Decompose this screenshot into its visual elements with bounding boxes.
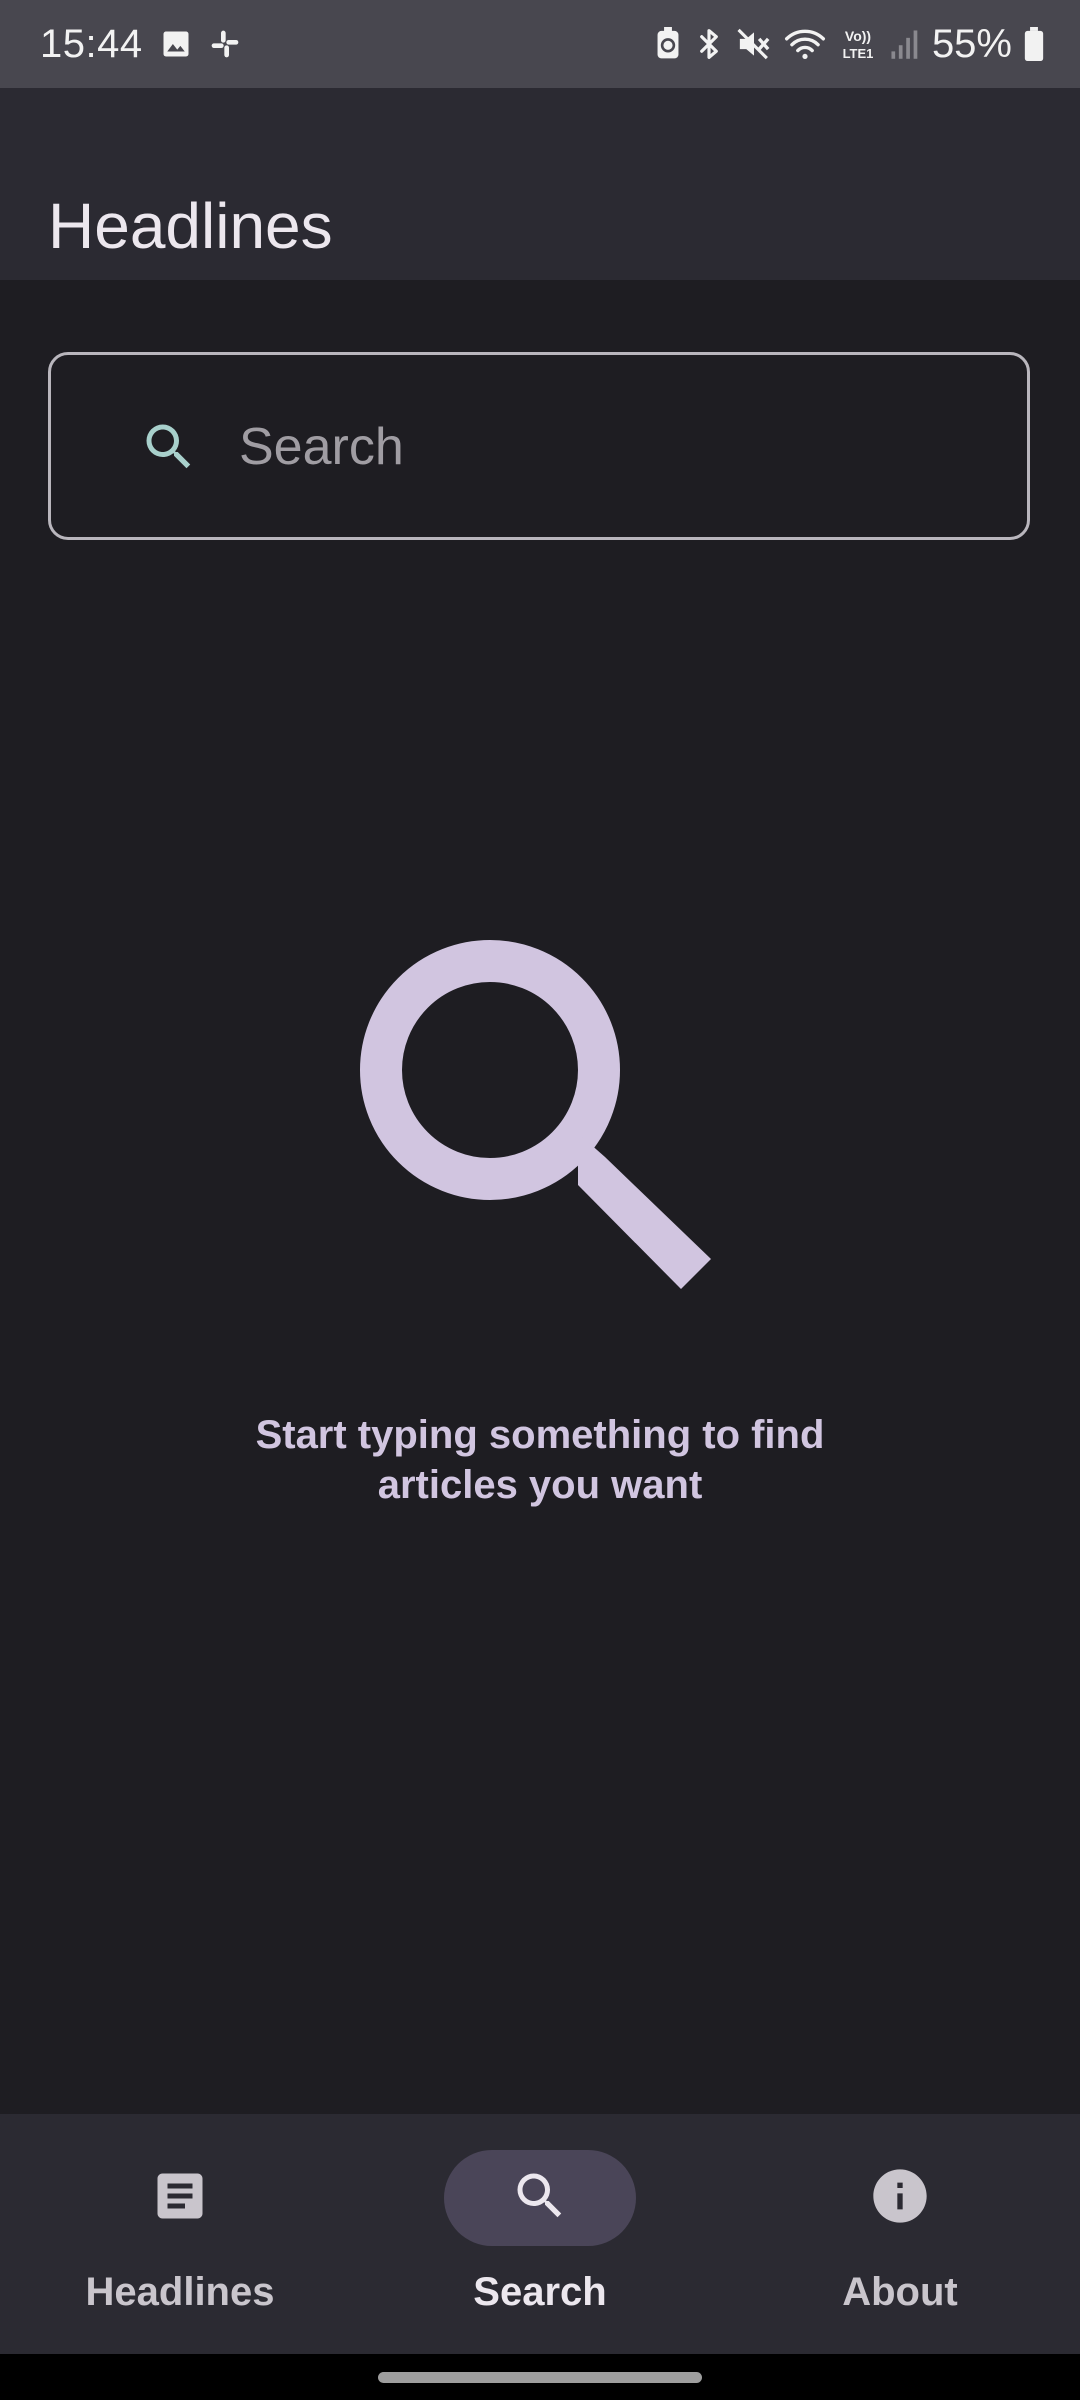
signal-icon: [890, 28, 920, 60]
info-icon: [868, 2164, 932, 2233]
nav-pill-about: [804, 2150, 996, 2246]
top-app-bar: Headlines: [0, 88, 1080, 280]
home-gesture-handle[interactable]: [378, 2372, 702, 2383]
battery-icon: [1024, 27, 1044, 61]
battery-saver-icon: [654, 27, 682, 61]
nav-label-headlines: Headlines: [85, 2270, 275, 2314]
empty-state-message: Start typing something to find articles …: [255, 1413, 825, 1507]
svg-text:Vo)): Vo)): [845, 28, 871, 44]
status-bar: 15:44 Vo)) LTE1 55%: [0, 0, 1080, 88]
battery-percent: 55%: [931, 21, 1012, 66]
nav-label-search: Search: [473, 2270, 607, 2314]
page-title: Headlines: [48, 189, 333, 262]
nav-pill-search: [444, 2150, 636, 2246]
bottom-navigation: Headlines Search About: [0, 2114, 1080, 2354]
status-time: 15:44: [40, 21, 143, 66]
svg-text:LTE1: LTE1: [843, 46, 874, 61]
volte-icon: Vo)) LTE1: [838, 26, 878, 62]
nav-label-about: About: [842, 2270, 958, 2314]
bluetooth-icon: [694, 27, 724, 61]
gesture-bar: [0, 2354, 1080, 2400]
mute-icon: [736, 27, 772, 61]
wifi-icon: [784, 27, 826, 61]
search-input[interactable]: [239, 399, 999, 495]
nav-item-about[interactable]: About: [720, 2114, 1080, 2354]
slack-icon: [209, 28, 241, 60]
search-field[interactable]: [48, 352, 1030, 540]
nav-item-headlines[interactable]: Headlines: [0, 2114, 360, 2354]
nav-item-search[interactable]: Search: [360, 2114, 720, 2354]
search-icon: [139, 417, 199, 477]
search-icon: [510, 2166, 570, 2231]
status-right: Vo)) LTE1 55%: [654, 0, 1044, 88]
nav-pill-headlines: [84, 2150, 276, 2246]
gallery-icon: [161, 29, 191, 59]
search-icon: [355, 935, 715, 1295]
article-icon: [150, 2166, 210, 2231]
status-left: 15:44: [40, 0, 241, 88]
